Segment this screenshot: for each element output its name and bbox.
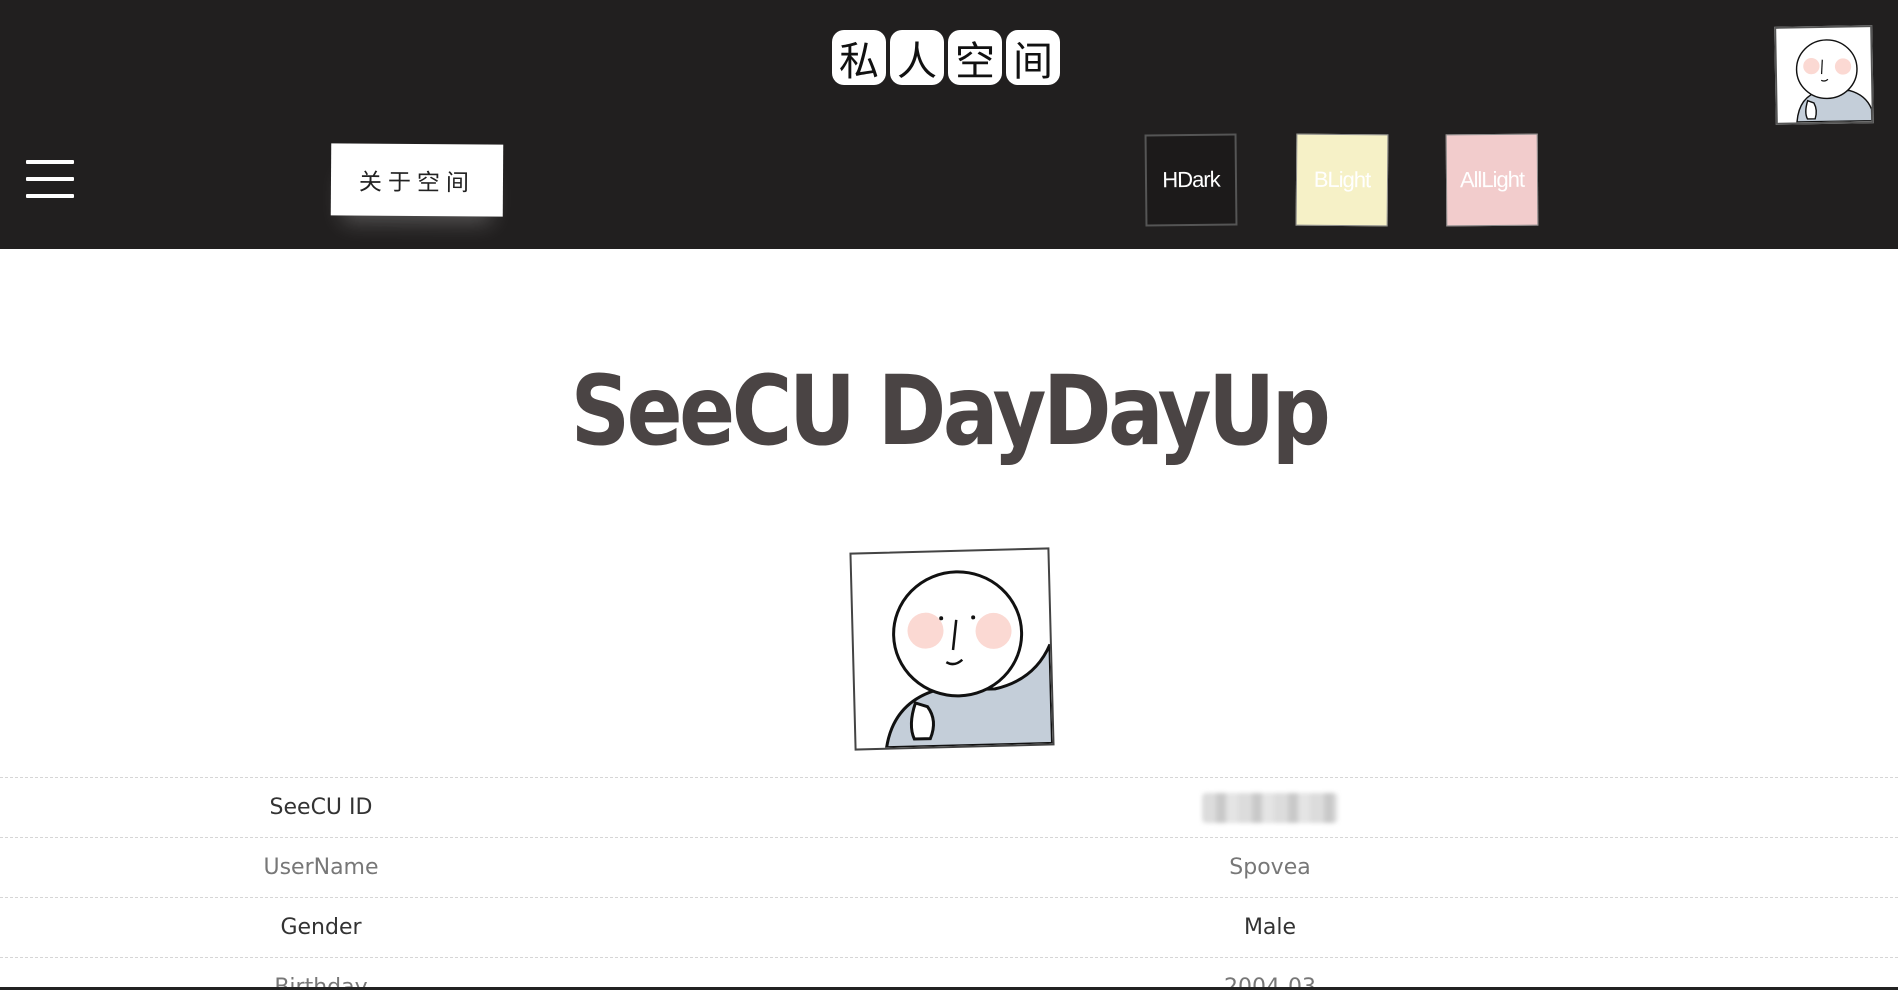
page: 私 人 空 间 关于空间 HDark BLight AllLight SeeCU… [0, 0, 1898, 990]
logo-char: 间 [1006, 30, 1060, 85]
info-value-blurred [1060, 778, 1480, 837]
menu-bar [26, 160, 74, 164]
avatar-illustration-icon [1795, 39, 1873, 123]
about-space-button[interactable]: 关于空间 [330, 143, 504, 217]
logo-char: 私 [832, 30, 886, 85]
info-value: 2004-03 [1224, 975, 1316, 990]
redacted-value [1202, 792, 1338, 823]
info-label: Birthday [274, 975, 368, 990]
menu-bar [26, 177, 74, 181]
top-header: 私 人 空 间 关于空间 HDark BLight AllLight [0, 0, 1898, 249]
info-label: Gender [280, 915, 362, 940]
info-label: SeeCU ID [269, 795, 373, 820]
info-row-birthday: Birthday 2004-03 [0, 957, 1898, 990]
site-logo[interactable]: 私 人 空 间 [832, 30, 1060, 85]
theme-alllight-button[interactable]: AllLight [1445, 133, 1539, 227]
menu-icon[interactable] [26, 158, 74, 200]
page-title: SeeCU DayDayUp [570, 355, 1331, 467]
profile-avatar [849, 547, 1055, 751]
theme-blight-button[interactable]: BLight [1295, 133, 1389, 227]
avatar-illustration-icon [884, 570, 1055, 750]
profile-info-table: SeeCU ID UserName Spovea Gender Male Bir… [0, 777, 1898, 990]
info-row-seecu-id: SeeCU ID [0, 777, 1898, 837]
logo-char: 人 [890, 30, 944, 85]
info-value: Spovea [1229, 855, 1311, 880]
menu-bar [26, 194, 74, 198]
theme-hdark-button[interactable]: HDark [1144, 133, 1238, 227]
logo-char: 空 [948, 30, 1002, 85]
header-avatar[interactable] [1774, 25, 1874, 125]
info-label: UserName [263, 855, 379, 880]
info-row-gender: Gender Male [0, 897, 1898, 957]
info-value: Male [1243, 915, 1297, 940]
info-row-username: UserName Spovea [0, 837, 1898, 897]
